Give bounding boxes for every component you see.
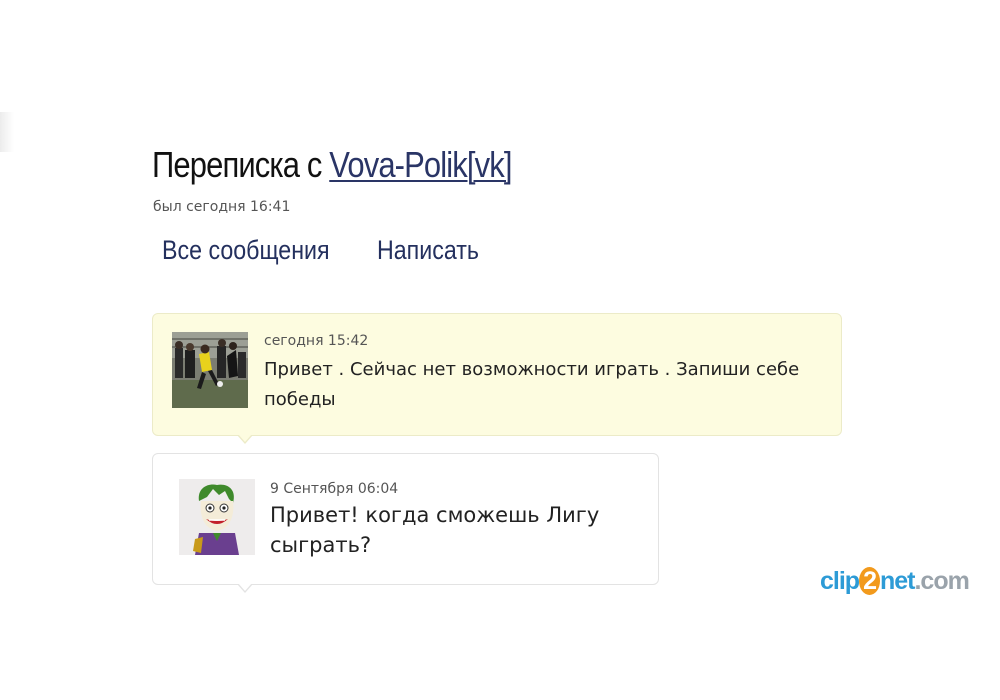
- message-time: сегодня 15:42: [264, 333, 369, 349]
- conversation-page: Переписка с Vova-Polik[vk] был сегодня 1…: [0, 0, 1000, 700]
- own-avatar[interactable]: [179, 479, 255, 555]
- page-title: Переписка с Vova-Polik[vk]: [152, 140, 513, 190]
- contact-name-link[interactable]: Vova-Polik[vk]: [329, 144, 512, 185]
- football-player-photo-icon: [172, 332, 248, 408]
- window-edge: [0, 112, 14, 152]
- joker-cartoon-avatar-icon: [179, 479, 255, 555]
- watermark-com: .com: [914, 567, 969, 595]
- message-time: 9 Сентября 06:04: [270, 481, 399, 497]
- watermark-2: 2: [859, 567, 880, 595]
- watermark-clip: clip: [820, 567, 860, 595]
- write-message-link[interactable]: Написать: [377, 230, 479, 270]
- all-messages-link[interactable]: Все сообщения: [162, 230, 330, 270]
- message-bubble-incoming: сегодня 15:42 Привет . Сейчас нет возмож…: [152, 313, 842, 444]
- bubble-tail: [237, 434, 253, 444]
- message-text: Привет . Сейчас нет возможности играть .…: [264, 359, 800, 410]
- message-text: Привет! когда сможешь Лигу сыграть?: [270, 503, 600, 557]
- bubble-tail: [237, 583, 253, 593]
- clip2net-watermark: clip 2 net.com: [820, 563, 970, 599]
- sender-avatar[interactable]: [172, 332, 248, 408]
- message-bubble-outgoing: 9 Сентября 06:04 Привет! когда сможешь Л…: [152, 453, 659, 593]
- title-prefix: Переписка с: [152, 144, 330, 185]
- watermark-net: net: [879, 567, 915, 595]
- last-seen-status: был сегодня 16:41: [153, 199, 291, 215]
